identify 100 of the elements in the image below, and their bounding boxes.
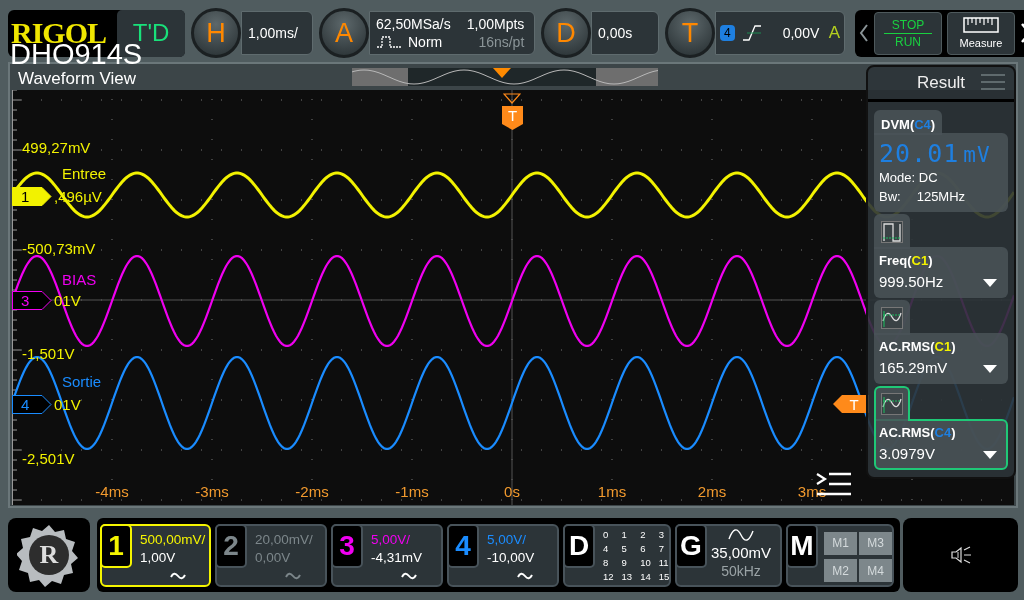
time-label: 1ms	[597, 483, 627, 500]
time-label: -3ms	[195, 483, 229, 500]
trigger-position-icon	[503, 93, 521, 104]
vertical-scale: 5,00V/	[487, 531, 528, 547]
vertical-scale: 500,00mV/	[140, 531, 206, 547]
trigger-level-tag: T	[833, 395, 869, 413]
period-icon	[881, 221, 903, 243]
channel-card[interactable]: 2 20,00mV/ 0,00V	[215, 523, 327, 587]
digital-bit: 15	[658, 570, 670, 584]
measure-button[interactable]: Measure	[947, 11, 1015, 55]
dvm-mode: Mode: DC	[879, 170, 939, 185]
trigger-sweep: A	[828, 23, 840, 43]
digital-bit: 12	[603, 570, 614, 584]
vertical-offset: 1,00V	[140, 549, 177, 565]
vertical-offset: -4,31mV	[371, 549, 423, 565]
time-label: -2ms	[295, 483, 329, 500]
axis-reading: 499,27mV	[22, 139, 91, 156]
vertical-offset: -10,00V	[487, 549, 535, 565]
measurement-card[interactable]: Freq(C1) 999.50Hz	[874, 247, 1008, 298]
time-label: -4ms	[95, 483, 129, 500]
axis-reading: -500,73mV	[22, 240, 96, 257]
digital-bit: 9	[621, 556, 628, 570]
sample-rate: 62,50MSa/s	[376, 16, 451, 32]
channel-number: 3	[331, 523, 363, 568]
memory-depth: 1,00Mpts	[466, 16, 525, 32]
status-field[interactable]: 62,50MSa/s 1,00Mpts Norm 16ns/pt	[369, 11, 535, 55]
digital-bit: 3	[658, 528, 666, 542]
math-letter: M	[786, 523, 818, 568]
digital-letter: D	[563, 523, 595, 568]
trigger-level: 0,00V	[782, 25, 820, 41]
sine-icon	[881, 393, 903, 415]
run-stop-button[interactable]: STOP RUN	[874, 11, 942, 55]
status-field[interactable]: 1,00ms/	[241, 11, 313, 55]
digital-bit: 13	[621, 570, 633, 584]
status-value: 1,00ms/	[248, 25, 298, 41]
panel-title: Result	[916, 73, 966, 93]
digital-bit: 8	[603, 556, 610, 570]
time-label: -1ms	[395, 483, 429, 500]
vertical-scale: 5,00V/	[371, 531, 412, 547]
speaker-icon[interactable]	[949, 546, 972, 564]
channel-marker[interactable]: 4	[12, 395, 52, 414]
measurement-card[interactable]: 20.01 mV Mode: DC Bw: 125MHz	[874, 133, 1008, 212]
digital-bit: 7	[658, 542, 666, 556]
axis-reading: -1,501V	[22, 345, 75, 362]
trace-label: Sortie	[62, 373, 102, 390]
app-menu-button[interactable]: R	[8, 518, 90, 592]
channel-card[interactable]: 4 5,00V/ -10,00V	[447, 523, 559, 587]
measurement-card[interactable]: AC.RMS(C1) 165.29mV	[874, 333, 1008, 384]
axis-reading: -2,501V	[22, 450, 75, 467]
acquire-mode: Norm	[408, 34, 443, 50]
channel-marker[interactable]: 1	[12, 187, 52, 206]
gear-icon	[17, 523, 81, 587]
measurement-title: AC.RMS(C4)	[879, 425, 957, 440]
generator-amplitude: 35,00mV	[711, 543, 772, 561]
digital-bit: 0	[603, 528, 610, 542]
status-field[interactable]: 0,00s	[591, 11, 659, 55]
digital-bit: 11	[658, 556, 670, 570]
trigger-tag: T	[502, 106, 523, 130]
dropdown-icon[interactable]	[983, 365, 997, 373]
measurement-card[interactable]: AC.RMS(C4) 3.0979V	[874, 419, 1008, 470]
generator-letter: G	[675, 523, 707, 568]
generator-frequency: 50kHz	[721, 562, 761, 579]
view-title: Waveform View	[17, 69, 138, 89]
rising-edge-icon	[740, 24, 763, 42]
bandwidth-label: Bw:	[879, 189, 901, 204]
channel-number: 2	[215, 523, 247, 568]
channel-card[interactable]: 1 500,00mV/ 1,00V	[100, 523, 211, 587]
time-label: 2ms	[697, 483, 727, 500]
digital-bit: 1	[621, 528, 628, 542]
ac-coupling-icon	[170, 570, 186, 581]
voltmeter-reading: 20.01 mV	[879, 139, 992, 168]
ac-coupling-icon	[401, 570, 417, 581]
trace-label: BIAS	[62, 271, 97, 288]
channel-marker[interactable]: 3	[12, 291, 52, 310]
trace-label: Entree	[62, 165, 107, 182]
digital-card[interactable]: D 0 1 2 3 4 5 6 7 8 9 10 11 12 13 14 15	[563, 523, 671, 587]
trigger-source-badge: 4	[720, 25, 735, 41]
time-label: 0s	[504, 483, 520, 500]
bandwidth-value: 125MHz	[916, 189, 966, 204]
generator-card[interactable]: G 35,00mV 50kHz	[675, 523, 782, 587]
sample-interval: 16ns/pt	[477, 34, 525, 50]
ruler-icon	[963, 17, 999, 33]
status-field[interactable]: 4 0,00V A	[715, 11, 845, 55]
vertical-scale: 20,00mV/	[255, 531, 313, 547]
channel-card[interactable]: 3 5,00V/ -4,31mV	[331, 523, 443, 587]
digital-bit: 2	[640, 528, 647, 542]
dropdown-icon[interactable]	[983, 451, 997, 459]
channel-number: 4	[447, 523, 479, 568]
acquire-mode-icon	[376, 35, 402, 49]
measurement-value: 999.50Hz	[879, 273, 944, 290]
vertical-offset: 0,00V	[255, 549, 292, 565]
status-value: 0,00s	[598, 25, 633, 41]
measurement-title: Freq(C1)	[879, 253, 934, 268]
dropdown-icon[interactable]	[983, 279, 997, 287]
sine-icon	[881, 307, 903, 329]
digital-bit: 5	[621, 542, 628, 556]
digital-bit: 4	[603, 542, 610, 556]
ac-coupling-icon	[285, 570, 301, 581]
chevron-left-icon[interactable]	[859, 24, 869, 42]
measurement-title: DVM(C4)	[881, 117, 936, 132]
